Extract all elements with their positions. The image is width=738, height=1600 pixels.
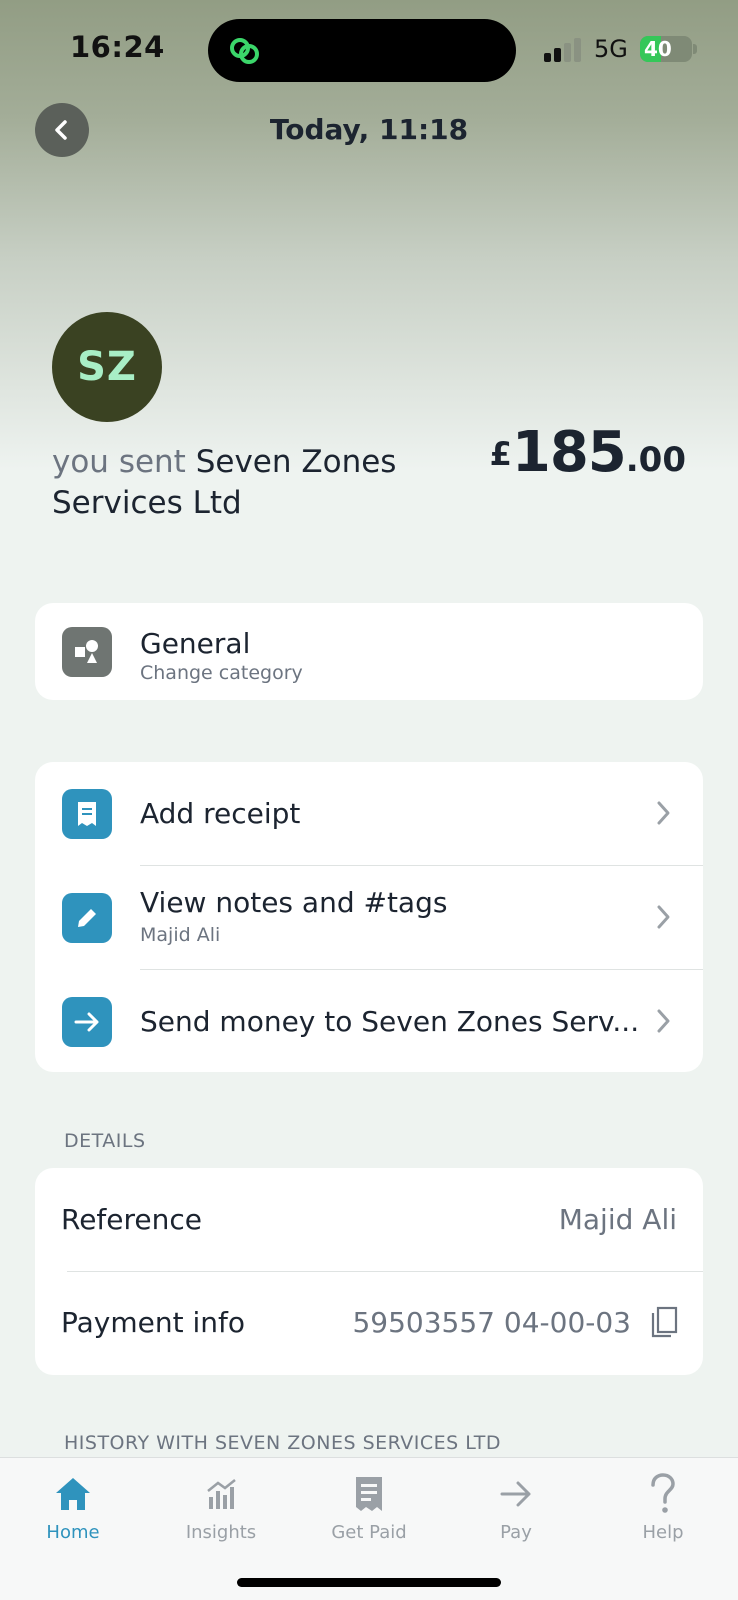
tab-get-paid[interactable]: Get Paid [309,1470,429,1543]
history-section-label: HISTORY WITH SEVEN ZONES SERVICES LTD [64,1432,501,1454]
notes-row[interactable]: View notes and #tags Majid Ali [35,866,703,969]
tab-label: Get Paid [331,1522,407,1543]
notes-subtitle: Majid Ali [140,924,221,946]
signal-icon [544,38,582,62]
send-money-label: Send money to Seven Zones Serv... [140,1005,640,1038]
tab-home[interactable]: Home [13,1470,133,1543]
copy-icon[interactable] [649,1305,679,1339]
add-receipt-row[interactable]: Add receipt [35,762,703,865]
tab-pay[interactable]: Pay [456,1470,576,1543]
dynamic-island [208,19,516,82]
amount-main: 185 [511,420,627,485]
send-money-row[interactable]: Send money to Seven Zones Serv... [35,970,703,1072]
battery-cap [693,44,697,54]
category-card[interactable]: General Change category [35,603,703,700]
status-time: 16:24 [70,30,165,64]
chevron-right-icon [657,1009,670,1033]
divider [67,1271,703,1272]
battery-level: 40 [644,37,672,61]
transaction-amount: £185.00 [490,420,686,485]
link-app-icon [230,38,259,64]
amount-decimal: .00 [625,440,686,480]
category-title: General [140,627,251,660]
category-subtitle: Change category [140,662,303,684]
home-icon [56,1478,90,1510]
tab-insights[interactable]: Insights [161,1470,281,1543]
payment-info-value: 59503557 04-00-03 [352,1306,631,1339]
tab-label: Help [642,1522,684,1543]
amount-currency: £ [489,435,512,473]
tab-label: Home [46,1522,100,1543]
receipt-icon [62,789,112,839]
arrow-right-icon [500,1481,531,1507]
payee-initials: SZ [77,344,137,390]
arrow-right-icon [62,997,112,1047]
details-section-label: DETAILS [64,1130,146,1152]
chevron-right-icon [657,905,670,929]
tab-label: Pay [500,1522,532,1543]
insights-icon [207,1479,236,1509]
chevron-right-icon [657,801,670,825]
page-title: Today, 11:18 [269,113,469,146]
shapes-icon [62,627,112,677]
actions-card: Add receipt View notes and #tags Majid A… [35,762,703,1072]
payee-avatar: SZ [52,312,162,422]
reference-label: Reference [61,1203,202,1236]
battery-icon: 40 [640,36,692,62]
home-indicator [237,1578,501,1587]
help-icon [651,1473,675,1513]
tab-help[interactable]: Help [603,1470,723,1543]
receipt-icon [356,1477,382,1511]
payment-info-label: Payment info [61,1306,245,1339]
reference-value: Majid Ali [558,1203,677,1236]
tab-label: Insights [185,1522,257,1543]
sent-prefix: you sent [52,444,186,480]
notes-title: View notes and #tags [140,886,448,919]
pencil-icon [62,893,112,943]
add-receipt-label: Add receipt [140,797,301,830]
network-type: 5G [594,35,628,63]
details-card: Reference Majid Ali Payment info 5950355… [35,1168,703,1375]
transaction-description: you sent Seven Zones Services Ltd [52,442,472,524]
